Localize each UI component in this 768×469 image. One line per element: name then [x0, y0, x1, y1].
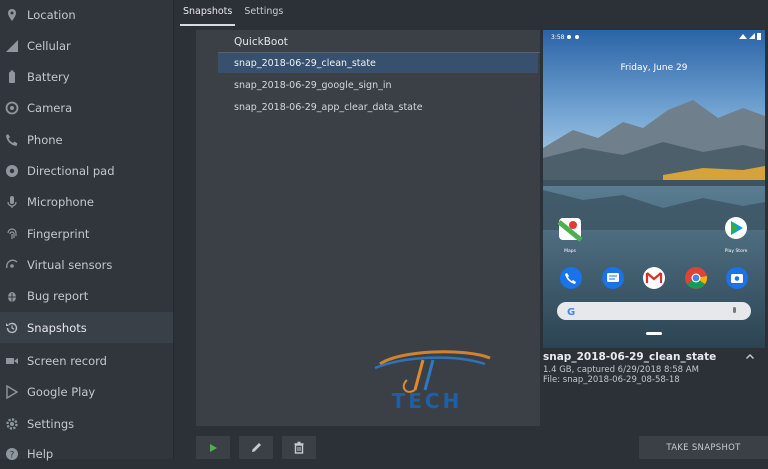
- tab-bar: Snapshots Settings: [180, 0, 286, 26]
- pencil-icon: [251, 443, 261, 452]
- edit-snapshot-button[interactable]: [239, 436, 273, 459]
- sidebar-item-phone[interactable]: Phone: [0, 124, 173, 155]
- delete-snapshot-button[interactable]: [282, 436, 316, 459]
- sidebar-item-label: Cellular: [27, 38, 71, 53]
- snapshot-row[interactable]: snap_2018-06-29_app_clear_data_state: [218, 97, 538, 117]
- sidebar-item-location[interactable]: Location: [0, 0, 173, 30]
- collapse-details-button[interactable]: [743, 350, 757, 364]
- snapshot-file: File: snap_2018-06-29_08-58-18: [543, 375, 680, 385]
- sidebar-item-label: Fingerprint: [27, 226, 90, 241]
- take-snapshot-button[interactable]: TAKE SNAPSHOT: [639, 436, 768, 459]
- home-date: Friday, June 29: [621, 63, 688, 73]
- snapshot-title: snap_2018-06-29_clean_state: [543, 351, 717, 363]
- svg-text:G: G: [567, 307, 575, 318]
- sidebar-item-directional-pad[interactable]: Directional pad: [0, 155, 173, 186]
- snapshot-preview-panel: 3:58 Friday, June 29 Maps Play Store G s…: [541, 28, 768, 428]
- sidebar-item-fingerprint[interactable]: Fingerprint: [0, 218, 173, 249]
- sidebar-item-label: Help: [27, 446, 54, 461]
- tech-watermark-logo: TECH: [345, 346, 510, 416]
- device-screenshot: 3:58 Friday, June 29 Maps Play Store G: [543, 30, 765, 348]
- microphone-icon: [3, 193, 21, 211]
- play-icon: [210, 443, 217, 452]
- svg-text:Maps: Maps: [564, 248, 576, 254]
- camera-app-icon: [726, 267, 748, 289]
- tab-snapshots[interactable]: Snapshots: [180, 6, 236, 26]
- phone-icon: [3, 131, 21, 149]
- gear-icon: [3, 415, 21, 433]
- location-icon: [3, 6, 21, 24]
- video-icon: [3, 352, 21, 370]
- tab-settings[interactable]: Settings: [241, 6, 286, 26]
- sidebar-item-label: Settings: [27, 416, 75, 431]
- sidebar-item-label: Snapshots: [27, 320, 87, 335]
- extended-controls-sidebar: Location Cellular Battery Camera Phone D…: [0, 0, 174, 461]
- history-icon: [3, 319, 21, 337]
- sidebar-item-battery[interactable]: Battery: [0, 61, 173, 92]
- help-icon: ?: [3, 445, 21, 463]
- snapshot-size-date: 1.4 GB, captured 6/29/2018 8:58 AM: [543, 365, 699, 375]
- sidebar-item-label: Location: [27, 7, 76, 22]
- home-gesture-bar: [646, 332, 662, 335]
- sidebar-item-cellular[interactable]: Cellular: [0, 30, 173, 61]
- dpad-icon: [3, 162, 21, 180]
- sidebar-item-label: Directional pad: [27, 163, 115, 178]
- status-time: 3:58: [551, 34, 565, 41]
- sidebar-item-label: Google Play: [27, 384, 96, 399]
- gmail-app-icon: [643, 267, 665, 289]
- chrome-app-icon: [685, 267, 708, 289]
- sidebar-item-microphone[interactable]: Microphone: [0, 186, 173, 217]
- sidebar-item-screen-record[interactable]: Screen record: [0, 345, 173, 376]
- sidebar-item-label: Battery: [27, 69, 70, 84]
- sidebar-item-google-play[interactable]: Google Play: [0, 376, 173, 407]
- watermark-text: TECH: [392, 389, 463, 413]
- sidebar-item-label: Screen record: [27, 353, 107, 368]
- fingerprint-icon: [3, 225, 21, 243]
- svg-text:Play Store: Play Store: [725, 248, 748, 254]
- sidebar-item-virtual-sensors[interactable]: Virtual sensors: [0, 249, 173, 280]
- load-snapshot-button[interactable]: [196, 436, 230, 459]
- sidebar-item-bug-report[interactable]: Bug report: [0, 280, 173, 311]
- snapshot-row[interactable]: snap_2018-06-29_google_sign_in: [218, 75, 538, 95]
- sidebar-item-label: Bug report: [27, 288, 89, 303]
- bug-icon: [3, 287, 21, 305]
- sidebar-item-label: Virtual sensors: [27, 257, 113, 272]
- play-store-icon: [3, 383, 21, 401]
- camera-icon: [3, 99, 21, 117]
- battery-icon: [3, 68, 21, 86]
- phone-app-icon: [560, 267, 582, 289]
- signal-icon: [3, 37, 21, 55]
- sidebar-item-snapshots[interactable]: Snapshots: [0, 312, 173, 343]
- sidebar-item-camera[interactable]: Camera: [0, 92, 173, 123]
- list-header-quickboot[interactable]: QuickBoot: [234, 36, 288, 48]
- chevron-up-icon: [746, 354, 754, 359]
- sidebar-item-settings[interactable]: Settings: [0, 408, 173, 439]
- messages-app-icon: [602, 267, 624, 289]
- snapshot-details: 1.4 GB, captured 6/29/2018 8:58 AM File:…: [543, 365, 699, 385]
- sensors-icon: [3, 256, 21, 274]
- sidebar-item-label: Phone: [27, 132, 63, 147]
- trash-icon: [294, 441, 304, 454]
- sidebar-item-help[interactable]: ? Help: [0, 438, 173, 469]
- sidebar-item-label: Camera: [27, 100, 73, 115]
- google-search-bar: G: [557, 302, 751, 320]
- snapshot-row[interactable]: snap_2018-06-29_clean_state: [218, 53, 538, 73]
- sidebar-item-label: Microphone: [27, 194, 94, 209]
